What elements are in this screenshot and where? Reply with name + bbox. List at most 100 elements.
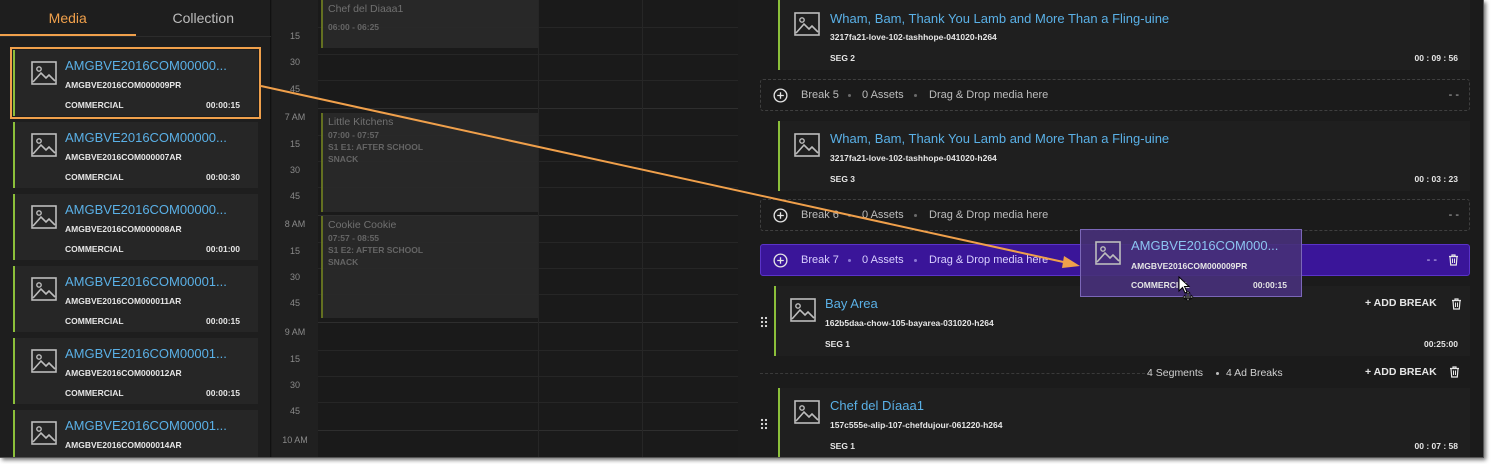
time-label: 9 AM: [284, 327, 306, 337]
add-break-button[interactable]: + ADD BREAK: [1365, 297, 1437, 309]
break-assets: 0 Assets: [862, 209, 904, 221]
segment-card[interactable]: Wham, Bam, Thank You Lamb and More Than …: [778, 121, 1470, 191]
image-thumbnail-icon: [31, 277, 57, 301]
media-title[interactable]: AMGBVE2016COM00001...: [65, 274, 227, 289]
image-thumbnail-icon: [790, 298, 816, 322]
trash-icon[interactable]: [1451, 298, 1462, 310]
move-cursor-icon: [1178, 276, 1194, 302]
drag-code: AMGBVE2016COM000009PR: [1131, 261, 1248, 271]
segment-duration: 00 : 07 : 58: [1414, 441, 1458, 451]
grid-line: [318, 322, 738, 323]
column-divider: [642, 0, 643, 457]
program-episode: SNACK: [328, 154, 359, 164]
selection-highlight: [10, 47, 261, 119]
segment-number: SEG 1: [825, 339, 851, 349]
grid-line: [318, 108, 738, 109]
plus-circle-icon[interactable]: [773, 88, 788, 103]
drag-grip-icon[interactable]: [760, 316, 768, 328]
segment-card[interactable]: Wham, Bam, Thank You Lamb and More Than …: [778, 0, 1470, 70]
time-label: 30: [289, 57, 300, 67]
grid-line: [318, 430, 738, 431]
media-kind: COMMERCIAL: [65, 316, 124, 326]
summary-divider: [760, 373, 1150, 374]
program-episode: S1 E2: AFTER SCHOOL: [328, 245, 424, 255]
program-title: Little Kitchens: [328, 116, 394, 128]
segment-title[interactable]: Bay Area: [825, 296, 878, 311]
segment-code: 157c555e-alip-107-chefdujour-061220-h264: [830, 420, 1003, 430]
drop-hint: Drag & Drop media here: [929, 89, 1049, 101]
schedule-block[interactable]: Cookie Cookie 07:57 - 08:55 S1 E2: AFTER…: [321, 216, 538, 318]
tabs-divider: [0, 36, 271, 37]
media-item[interactable]: AMGBVE2016COM00001... AMGBVE2016COM00001…: [13, 410, 258, 457]
schedule-block[interactable]: Chef del Diaaa1 06:00 - 06:25: [321, 0, 538, 48]
segment-number: SEG 3: [830, 174, 856, 184]
break-name: Break 7: [801, 254, 839, 266]
media-panel: Media Collection AMGBVE2016COM00000... A…: [0, 0, 271, 457]
schedule-grid: 15 30 45 7 AM 15 30 45 8 AM 15 30 45 9 A…: [272, 0, 738, 457]
segment-code: 162b5daa-chow-105-bayarea-031020-h264: [825, 318, 994, 328]
media-code: AMGBVE2016COM000012AR: [65, 368, 182, 378]
drag-grip-icon[interactable]: [760, 418, 768, 430]
media-item[interactable]: AMGBVE2016COM00001... AMGBVE2016COM00001…: [13, 338, 258, 404]
segment-code: 3217fa21-love-102-tashhope-041020-h264: [830, 153, 997, 163]
time-label: 8 AM: [284, 219, 306, 229]
program-time: 07:57 - 08:55: [328, 233, 380, 243]
separator-dot: [848, 259, 851, 262]
app-window: Media Collection AMGBVE2016COM00000... A…: [0, 0, 1484, 458]
segment-code: 3217fa21-love-102-tashhope-041020-h264: [830, 32, 997, 42]
media-duration: 00:00:15: [205, 316, 240, 326]
break-assets: 0 Assets: [862, 89, 904, 101]
program-title: Cookie Cookie: [328, 219, 397, 231]
break-name: Break 6: [801, 209, 839, 221]
separator-dot: [914, 214, 917, 217]
plus-circle-icon[interactable]: [773, 253, 788, 268]
segment-count: 4 Segments: [1147, 367, 1204, 379]
break-duration: - -: [1448, 209, 1459, 221]
media-title[interactable]: AMGBVE2016COM00000...: [65, 202, 227, 217]
schedule-block[interactable]: Little Kitchens 07:00 - 07:57 S1 E1: AFT…: [321, 113, 538, 212]
time-label: 10 AM: [282, 435, 308, 445]
drag-duration: 00:00:15: [1252, 280, 1287, 290]
segment-title[interactable]: Wham, Bam, Thank You Lamb and More Than …: [830, 131, 1169, 146]
trash-icon[interactable]: [1449, 366, 1460, 378]
trash-icon[interactable]: [1448, 254, 1459, 266]
time-label: 45: [289, 84, 300, 94]
media-duration: 00:00:30: [205, 172, 240, 182]
break-row[interactable]: Break 5 0 Assets Drag & Drop media here …: [760, 79, 1470, 111]
media-title[interactable]: AMGBVE2016COM00000...: [65, 130, 227, 145]
tab-media[interactable]: Media: [0, 0, 136, 36]
segment-duration: 00:25:00: [1423, 339, 1458, 349]
segment-title[interactable]: Chef del Díaaa1: [830, 398, 924, 413]
segment-title[interactable]: Wham, Bam, Thank You Lamb and More Than …: [830, 11, 1169, 26]
time-label: 45: [289, 406, 300, 416]
media-item[interactable]: AMGBVE2016COM00000... AMGBVE2016COM00000…: [13, 194, 258, 260]
break-row[interactable]: Break 6 0 Assets Drag & Drop media here …: [760, 199, 1470, 231]
segment-duration: 00 : 03 : 23: [1414, 174, 1458, 184]
media-duration: 00:00:15: [205, 388, 240, 398]
segment-duration: 00 : 09 : 56: [1414, 53, 1458, 63]
segment-card[interactable]: Chef del Díaaa1 157c555e-alip-107-chefdu…: [778, 388, 1470, 457]
tab-collection[interactable]: Collection: [136, 0, 272, 36]
media-kind: COMMERCIAL: [65, 388, 124, 398]
break-assets: 0 Assets: [862, 254, 904, 266]
add-break-button[interactable]: + ADD BREAK: [1365, 366, 1437, 378]
drag-title: AMGBVE2016COM000...: [1131, 238, 1279, 253]
time-label: 30: [289, 272, 300, 282]
grid-line: [318, 402, 738, 403]
image-thumbnail-icon: [1095, 241, 1121, 265]
media-title[interactable]: AMGBVE2016COM00001...: [65, 418, 227, 433]
media-item[interactable]: AMGBVE2016COM00001... AMGBVE2016COM00001…: [13, 266, 258, 332]
image-thumbnail-icon: [794, 12, 820, 36]
separator-dot: [848, 94, 851, 97]
program-episode: SNACK: [328, 257, 359, 267]
time-label: 30: [289, 380, 300, 390]
time-label: 45: [289, 298, 300, 308]
ad-break-count: 4 Ad Breaks: [1226, 367, 1283, 379]
drop-hint: Drag & Drop media here: [929, 254, 1049, 266]
grid-line: [318, 80, 738, 81]
plus-circle-icon[interactable]: [773, 208, 788, 223]
media-tabs: Media Collection: [0, 0, 271, 36]
image-thumbnail-icon: [31, 133, 57, 157]
media-item[interactable]: AMGBVE2016COM00000... AMGBVE2016COM00000…: [13, 122, 258, 188]
media-title[interactable]: AMGBVE2016COM00001...: [65, 346, 227, 361]
